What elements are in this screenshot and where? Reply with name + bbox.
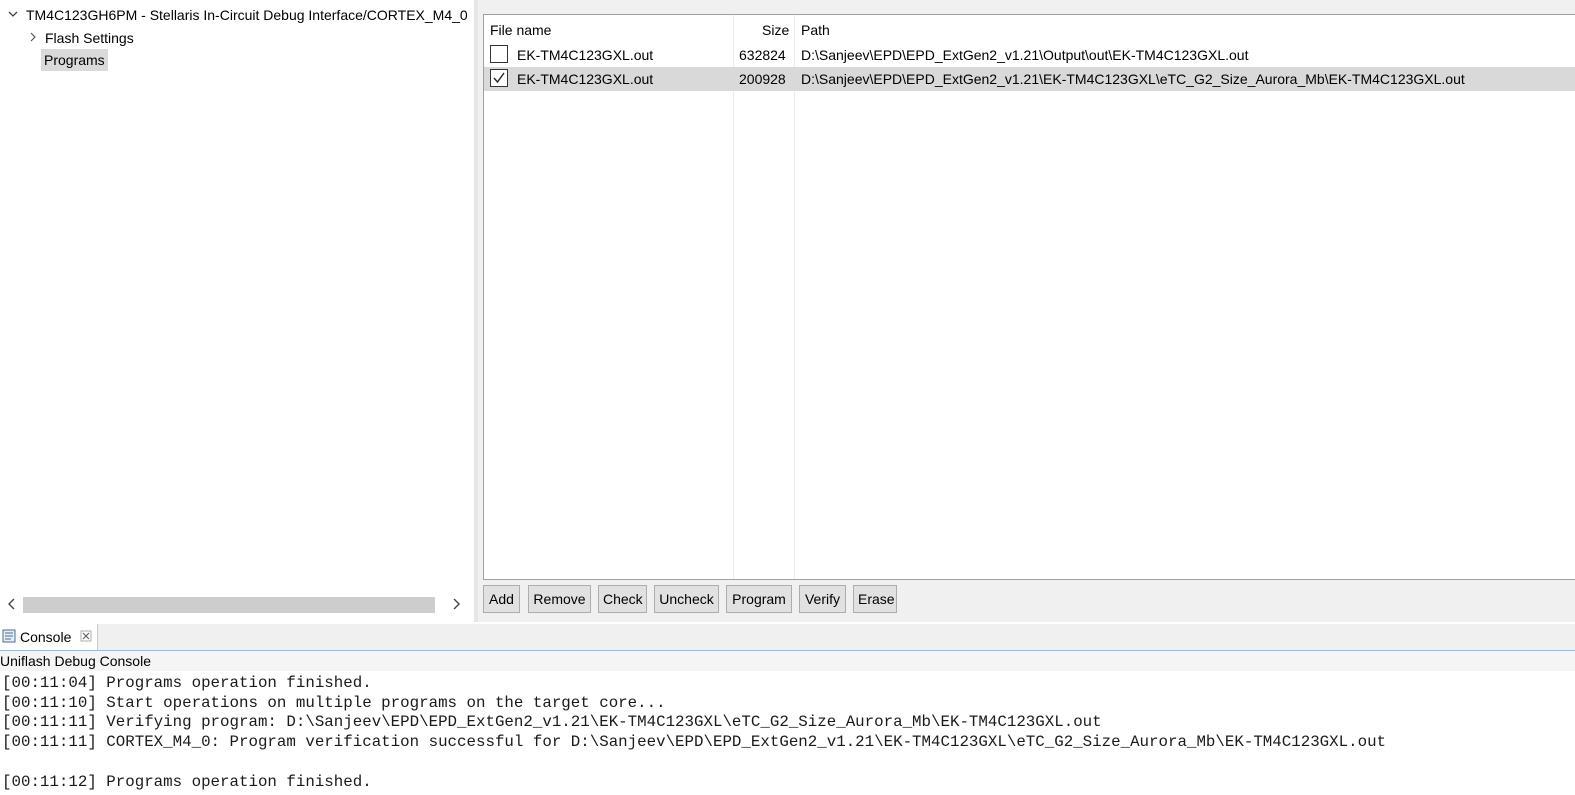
column-divider (733, 15, 734, 579)
column-header-file-name[interactable]: File name (490, 15, 551, 43)
table-row[interactable]: EK-TM4C123GXL.out 632824 D:\Sanjeev\EPD\… (484, 43, 1575, 67)
path-cell: D:\Sanjeev\EPD\EPD_ExtGen2_v1.21\Output\… (801, 47, 1249, 63)
programs-table: File name Size Path EK-TM4C123GXL.out 63… (483, 14, 1575, 580)
console-line: [00:11:11] Verifying program: D:\Sanjeev… (2, 713, 1102, 731)
path-cell: D:\Sanjeev\EPD\EPD_ExtGen2_v1.21\EK-TM4C… (801, 71, 1465, 87)
console-line: [00:11:12] Programs operation finished. (2, 773, 372, 791)
console-line: [00:11:04] Programs operation finished. (2, 674, 372, 692)
console-tab-bar: Console (0, 624, 1575, 652)
column-divider (794, 15, 795, 579)
size-cell: 200928 (739, 71, 786, 87)
tree-root-label: TM4C123GH6PM - Stellaris In-Circuit Debu… (26, 7, 468, 23)
chevron-right-icon[interactable] (26, 27, 40, 49)
table-row[interactable]: EK-TM4C123GXL.out 200928 D:\Sanjeev\EPD\… (484, 67, 1575, 91)
console-line: [00:11:11] CORTEX_M4_0: Program verifica… (2, 733, 1387, 751)
close-icon[interactable] (80, 629, 92, 645)
tree-item-label: Flash Settings (45, 30, 134, 46)
verify-button[interactable]: Verify (799, 585, 846, 613)
chevron-down-icon[interactable] (6, 4, 20, 26)
tree-item-flash-settings[interactable]: Flash Settings (0, 27, 474, 49)
uncheck-button[interactable]: Uncheck (654, 585, 719, 613)
action-buttons: Add Remove Check Uncheck Program Verify … (0, 585, 1575, 613)
console-icon (2, 629, 16, 646)
row-checkbox[interactable] (490, 69, 508, 87)
tab-console[interactable]: Console (0, 624, 98, 650)
program-button[interactable]: Program (726, 585, 792, 613)
column-header-path[interactable]: Path (801, 15, 830, 43)
tree-panel: TM4C123GH6PM - Stellaris In-Circuit Debu… (0, 0, 474, 622)
remove-button[interactable]: Remove (528, 585, 591, 613)
file-name-cell: EK-TM4C123GXL.out (517, 71, 654, 87)
row-checkbox[interactable] (490, 45, 508, 63)
erase-button[interactable]: Erase (853, 585, 897, 613)
checkmark-icon (493, 72, 505, 84)
console-title: Uniflash Debug Console (0, 651, 1575, 671)
console-line: [00:11:10] Start operations on multiple … (2, 694, 666, 712)
column-header-size[interactable]: Size (762, 15, 789, 43)
tree-item-programs[interactable]: Programs (0, 49, 474, 71)
console-output[interactable]: [00:11:04] Programs operation finished. … (0, 671, 1575, 795)
file-name-cell: EK-TM4C123GXL.out (517, 47, 654, 63)
tree-item-root[interactable]: TM4C123GH6PM - Stellaris In-Circuit Debu… (0, 4, 474, 26)
console-tab-label: Console (20, 629, 72, 645)
size-cell: 632824 (739, 47, 786, 63)
check-button[interactable]: Check (598, 585, 647, 613)
add-button[interactable]: Add (483, 585, 520, 613)
tree-item-label: Programs (41, 49, 108, 71)
